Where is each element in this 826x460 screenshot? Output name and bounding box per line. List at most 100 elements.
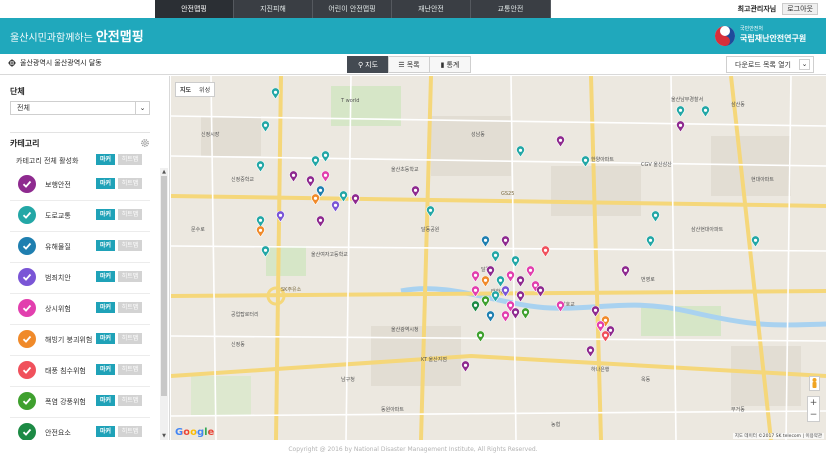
group-select[interactable]: 전체 ⌄ — [10, 101, 150, 115]
nav-item-safety-mapping[interactable]: 안전맵핑 — [155, 0, 234, 18]
check-icon[interactable] — [18, 299, 36, 317]
scroll-up-icon[interactable]: ▲ — [160, 168, 168, 176]
map-marker-icon[interactable] — [331, 201, 340, 212]
map-marker-icon[interactable] — [751, 236, 760, 247]
category-heatmap-button[interactable]: 히트맵 — [118, 178, 142, 189]
map-marker-icon[interactable] — [471, 286, 480, 297]
map-marker-icon[interactable] — [591, 306, 600, 317]
map-marker-icon[interactable] — [311, 156, 320, 167]
category-heatmap-button[interactable]: 히트맵 — [118, 364, 142, 375]
nav-item-earthquake[interactable]: 지진피해 — [234, 0, 313, 18]
map-marker-icon[interactable] — [536, 286, 545, 297]
zoom-in-button[interactable]: + — [808, 397, 819, 409]
map-marker-icon[interactable] — [526, 266, 535, 277]
map-marker-icon[interactable] — [481, 276, 490, 287]
map-marker-icon[interactable] — [676, 106, 685, 117]
all-heatmap-button[interactable]: 히트맵 — [118, 154, 142, 165]
map-marker-icon[interactable] — [491, 291, 500, 302]
map-marker-icon[interactable] — [481, 296, 490, 307]
map-marker-icon[interactable] — [261, 121, 270, 132]
map-marker-icon[interactable] — [321, 151, 330, 162]
map-marker-icon[interactable] — [511, 256, 520, 267]
map-marker-icon[interactable] — [486, 311, 495, 322]
map-marker-icon[interactable] — [411, 186, 420, 197]
map-marker-icon[interactable] — [339, 191, 348, 202]
check-icon[interactable] — [18, 206, 36, 224]
map-marker-icon[interactable] — [651, 211, 660, 222]
map-attribution[interactable]: 지도 데이터 ©2017 SK telecom | 이용약관 — [732, 433, 824, 439]
map-marker-icon[interactable] — [271, 88, 280, 99]
map-marker-icon[interactable] — [506, 271, 515, 282]
category-heatmap-button[interactable]: 히트맵 — [118, 333, 142, 344]
street-view-pegman-icon[interactable] — [809, 376, 820, 391]
check-icon[interactable] — [18, 175, 36, 193]
map-marker-icon[interactable] — [501, 311, 510, 322]
scroll-down-icon[interactable]: ▼ — [160, 432, 168, 440]
map-marker-icon[interactable] — [516, 291, 525, 302]
map-marker-icon[interactable] — [311, 194, 320, 205]
tab-list[interactable]: ☰ 목록 — [388, 56, 430, 73]
tab-map[interactable]: ⚲ 지도 — [347, 56, 389, 73]
category-marker-button[interactable]: 마커 — [96, 333, 115, 344]
check-icon[interactable] — [18, 237, 36, 255]
map-marker-icon[interactable] — [316, 216, 325, 227]
map-marker-icon[interactable] — [676, 121, 685, 132]
map-marker-icon[interactable] — [581, 156, 590, 167]
sidebar-scrollbar[interactable]: ▲ ▼ — [160, 168, 168, 440]
check-icon[interactable] — [18, 392, 36, 410]
map-marker-icon[interactable] — [541, 246, 550, 257]
category-marker-button[interactable]: 마커 — [96, 426, 115, 437]
map-marker-icon[interactable] — [471, 301, 480, 312]
map-marker-icon[interactable] — [306, 176, 315, 187]
map-view[interactable]: 지도 위성 T world 울산초등학교 신정중학교 울산여자고등학교 성남동 달동 삼산동… — [171, 76, 826, 440]
gear-icon[interactable] — [140, 138, 150, 148]
category-heatmap-button[interactable]: 히트맵 — [118, 302, 142, 313]
check-icon[interactable] — [18, 268, 36, 286]
check-icon[interactable] — [18, 330, 36, 348]
map-marker-icon[interactable] — [261, 246, 270, 257]
map-marker-icon[interactable] — [256, 161, 265, 172]
map-marker-icon[interactable] — [276, 211, 285, 222]
map-marker-icon[interactable] — [646, 236, 655, 247]
map-marker-icon[interactable] — [701, 106, 710, 117]
logout-button[interactable]: 로그아웃 — [782, 3, 818, 15]
tab-stats[interactable]: ▮ 통계 — [429, 56, 471, 73]
category-marker-button[interactable]: 마커 — [96, 302, 115, 313]
category-heatmap-button[interactable]: 히트맵 — [118, 426, 142, 437]
map-marker-icon[interactable] — [426, 206, 435, 217]
map-marker-icon[interactable] — [556, 136, 565, 147]
map-marker-icon[interactable] — [621, 266, 630, 277]
map-marker-icon[interactable] — [289, 171, 298, 182]
category-marker-button[interactable]: 마커 — [96, 395, 115, 406]
map-marker-icon[interactable] — [601, 331, 610, 342]
category-heatmap-button[interactable]: 히트맵 — [118, 240, 142, 251]
all-marker-button[interactable]: 마커 — [96, 154, 115, 165]
map-marker-icon[interactable] — [501, 286, 510, 297]
map-type-toggle[interactable]: 지도 위성 — [175, 82, 216, 97]
category-marker-button[interactable]: 마커 — [96, 178, 115, 189]
map-marker-icon[interactable] — [586, 346, 595, 357]
category-heatmap-button[interactable]: 히트맵 — [118, 271, 142, 282]
map-marker-icon[interactable] — [501, 236, 510, 247]
map-marker-icon[interactable] — [521, 308, 530, 319]
map-marker-icon[interactable] — [516, 276, 525, 287]
map-marker-icon[interactable] — [351, 194, 360, 205]
category-marker-button[interactable]: 마커 — [96, 209, 115, 220]
zoom-out-button[interactable]: − — [808, 409, 819, 421]
map-marker-icon[interactable] — [516, 146, 525, 157]
check-icon[interactable] — [18, 423, 36, 440]
map-marker-icon[interactable] — [256, 226, 265, 237]
map-marker-icon[interactable] — [491, 251, 500, 262]
site-title[interactable]: 울산시민과함께하는 안전맵핑 — [10, 26, 144, 45]
category-heatmap-button[interactable]: 히트맵 — [118, 209, 142, 220]
map-marker-icon[interactable] — [556, 301, 565, 312]
map-marker-icon[interactable] — [481, 236, 490, 247]
category-marker-button[interactable]: 마커 — [96, 364, 115, 375]
org-logo[interactable]: 국민안전처 국립재난안전연구원 — [714, 22, 818, 50]
map-marker-icon[interactable] — [471, 271, 480, 282]
scrollbar-thumb[interactable] — [161, 176, 167, 396]
map-marker-icon[interactable] — [476, 331, 485, 342]
map-marker-icon[interactable] — [461, 361, 470, 372]
category-marker-button[interactable]: 마커 — [96, 240, 115, 251]
map-type-map[interactable]: 지도 — [176, 83, 195, 96]
